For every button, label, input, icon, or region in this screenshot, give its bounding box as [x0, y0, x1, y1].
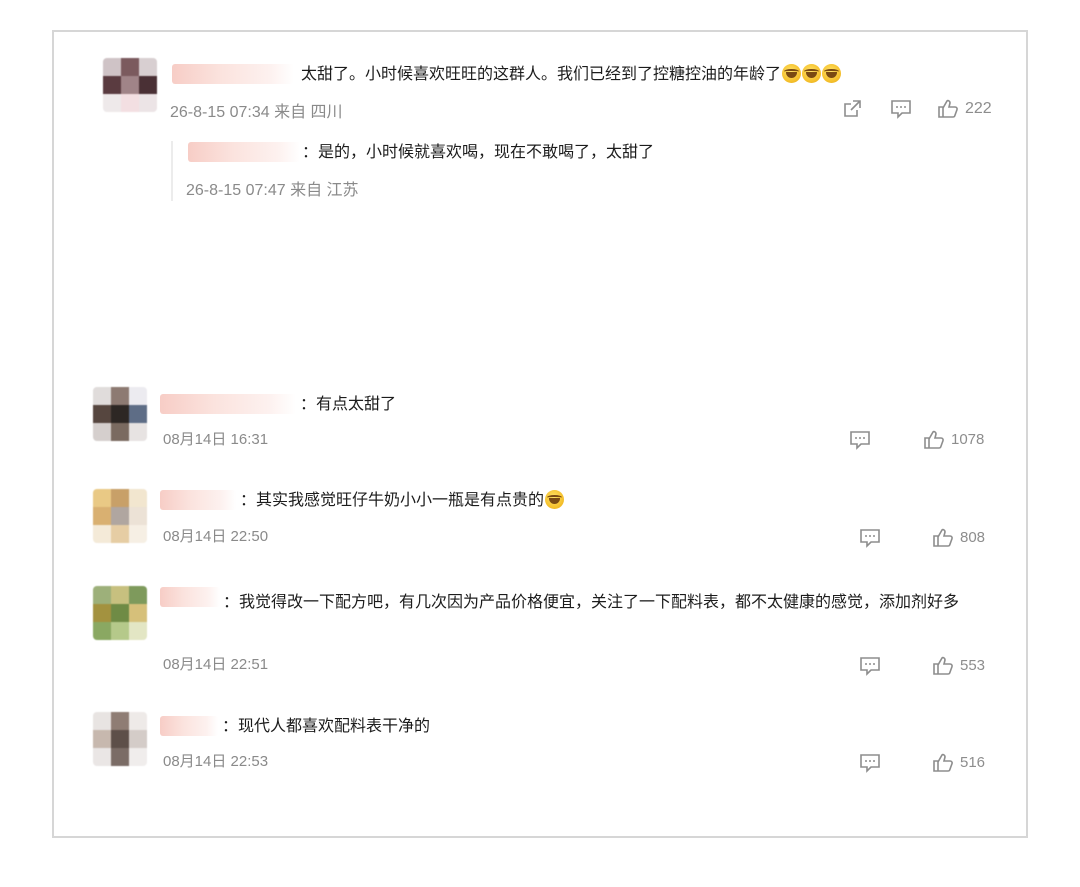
- avatar[interactable]: [93, 489, 147, 543]
- comment-text-content: 现代人都喜欢配料表干净的: [238, 716, 431, 735]
- separator: ：: [302, 142, 319, 161]
- comment-text: 太甜了。小时候喜欢旺旺的这群人。我们已经到了控糖控油的年龄了: [301, 63, 842, 85]
- reply-text-content: 是的，小时候就喜欢喝，现在不敢喝了，太甜了: [318, 142, 655, 161]
- comment-text: ：有点太甜了: [300, 393, 396, 415]
- comment-text: ：我觉得改一下配方吧，有几次因为产品价格便宜，关注了一下配料表，都不太健康的感觉…: [163, 587, 1008, 617]
- like-button[interactable]: 1078: [923, 429, 984, 450]
- comment-text-content: 其实我感觉旺仔牛奶小小一瓶是有点贵的: [256, 490, 545, 509]
- comment-button[interactable]: [849, 430, 871, 450]
- comment-button[interactable]: [859, 753, 881, 773]
- like-count: 222: [965, 99, 992, 117]
- username-blurred[interactable]: [160, 394, 296, 414]
- username-blurred[interactable]: [188, 142, 300, 162]
- separator: ：: [223, 592, 240, 611]
- like-count: 516: [960, 754, 986, 771]
- separator: ：: [240, 490, 257, 509]
- comment-meta: 08月14日 22:50: [163, 528, 269, 545]
- separator: ：: [222, 716, 239, 735]
- laugh-cry-emoji: [802, 64, 822, 83]
- like-button[interactable]: 553: [932, 655, 985, 676]
- comment-meta: 08月14日 22:51: [163, 656, 269, 673]
- like-icon: [938, 99, 958, 118]
- reply-indent-line: [171, 141, 173, 201]
- laugh-cry-emoji: [782, 64, 802, 83]
- username-blurred[interactable]: [172, 64, 294, 84]
- comment-icon: [860, 529, 880, 548]
- comment-meta: 08月14日 22:53: [163, 753, 269, 770]
- share-button[interactable]: [842, 99, 862, 119]
- comment-icon: [860, 754, 880, 773]
- comment-meta: 26-8-15 07:34 来自 四川: [170, 104, 343, 121]
- username-blurred[interactable]: [160, 716, 218, 736]
- separator: ：: [300, 394, 317, 413]
- like-icon: [924, 430, 944, 449]
- comment-button[interactable]: [859, 656, 881, 676]
- username-blurred[interactable]: [160, 490, 236, 510]
- share-icon: [844, 100, 861, 117]
- like-count: 553: [960, 657, 986, 674]
- comment-button[interactable]: [890, 99, 912, 119]
- avatar[interactable]: [93, 712, 147, 766]
- like-count: 808: [960, 529, 986, 546]
- like-button[interactable]: 516: [932, 752, 985, 773]
- laugh-cry-emoji: [822, 64, 842, 83]
- reply-text: ：是的，小时候就喜欢喝，现在不敢喝了，太甜了: [302, 141, 654, 163]
- reply-meta: 26-8-15 07:47 来自 江苏: [186, 182, 359, 199]
- comment-meta: 08月14日 16:31: [163, 431, 269, 448]
- avatar[interactable]: [93, 387, 147, 441]
- like-count: 1078: [951, 431, 985, 448]
- comment-text-content: 有点太甜了: [316, 394, 397, 413]
- like-icon: [933, 528, 953, 547]
- like-button[interactable]: 808: [932, 527, 985, 548]
- comment-text-content: 我觉得改一下配方吧，有几次因为产品价格便宜，关注了一下配料表，都不太健康的感觉，…: [239, 592, 960, 611]
- comment-icon: [850, 431, 870, 450]
- laugh-cry-emoji: [545, 490, 565, 509]
- avatar[interactable]: [103, 58, 157, 112]
- like-button[interactable]: 222: [937, 98, 992, 119]
- comment-text-content: 太甜了。小时候喜欢旺旺的这群人。我们已经到了控糖控油的年龄了: [301, 64, 782, 83]
- like-icon: [933, 753, 953, 772]
- comment-icon: [860, 657, 880, 676]
- comment-icon: [891, 100, 911, 119]
- avatar[interactable]: [93, 586, 147, 640]
- like-icon: [933, 656, 953, 675]
- comment-text: ：其实我感觉旺仔牛奶小小一瓶是有点贵的: [240, 489, 565, 511]
- comment-text: ：现代人都喜欢配料表干净的: [222, 715, 430, 737]
- comment-button[interactable]: [859, 528, 881, 548]
